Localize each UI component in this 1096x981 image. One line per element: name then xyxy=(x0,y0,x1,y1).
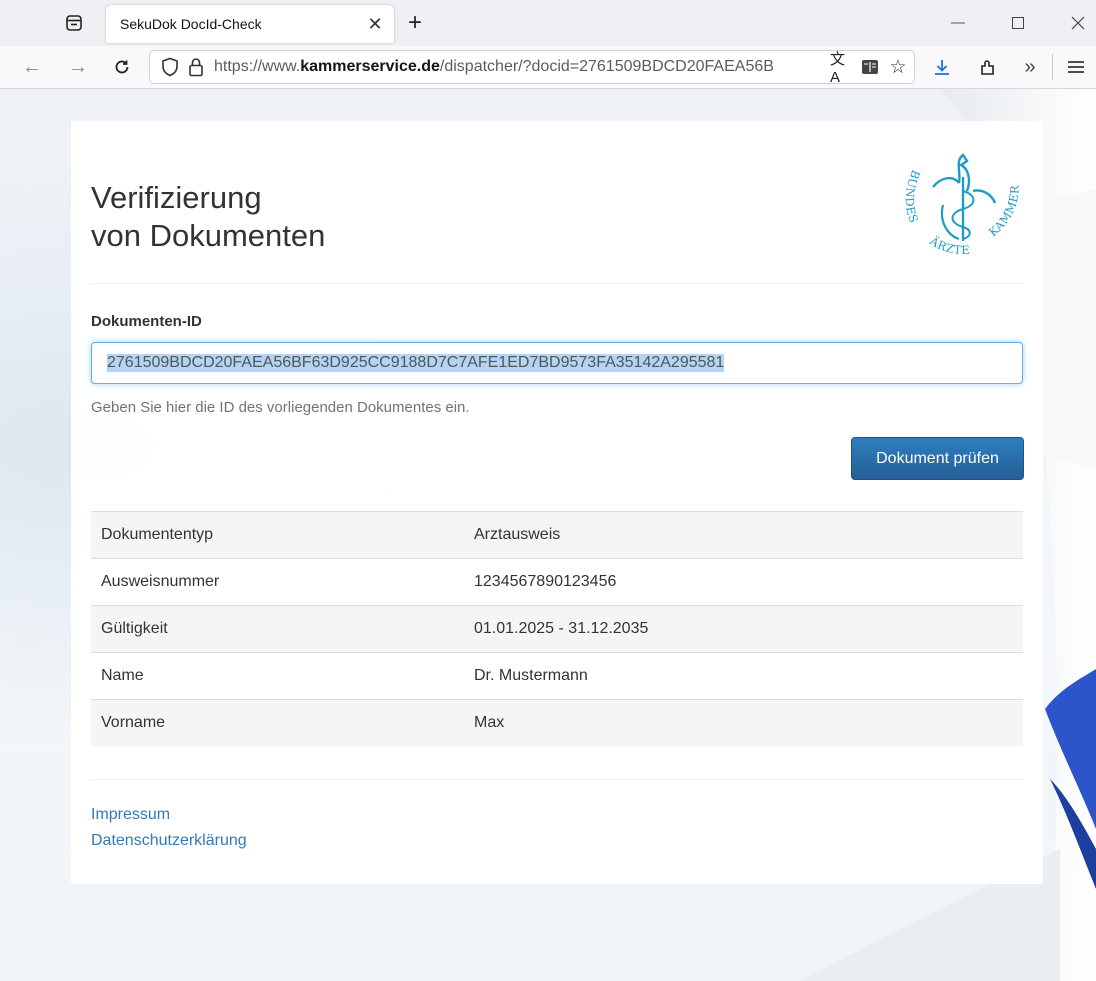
row-label: Vorname xyxy=(101,714,166,731)
browser-tab-bar: SekuDok DocId-Check ✕ + xyxy=(0,0,1096,46)
svg-text:KAMMER: KAMMER xyxy=(986,185,1022,240)
tab-title: SekuDok DocId-Check xyxy=(120,16,262,32)
table-row: Ausweisnummer 1234567890123456 xyxy=(91,559,1023,606)
footer-divider xyxy=(91,779,1023,780)
check-document-button[interactable]: Dokument prüfen xyxy=(851,437,1024,480)
tab-list-icon[interactable] xyxy=(60,9,88,37)
row-value: Max xyxy=(474,714,505,731)
shield-icon[interactable] xyxy=(158,55,182,79)
translate-icon[interactable]: 文A xyxy=(830,51,854,86)
browser-tab-active[interactable]: SekuDok DocId-Check ✕ xyxy=(106,5,394,43)
reload-icon[interactable] xyxy=(108,53,136,81)
document-id-input[interactable]: 2761509BDCD20FAEA56BF63D925CC9188D7C7AFE… xyxy=(91,342,1023,384)
minimize-icon[interactable] xyxy=(938,8,978,38)
verification-card: Verifizierung von Dokumenten BUNDES ÄRZT… xyxy=(71,121,1043,884)
row-value: 01.01.2025 - 31.12.2035 xyxy=(474,620,649,637)
row-label: Ausweisnummer xyxy=(101,573,220,590)
page-title-line1: Verifizierung xyxy=(91,180,262,215)
lock-icon[interactable] xyxy=(184,55,208,79)
table-row: Vorname Max xyxy=(91,700,1023,746)
document-id-value: 2761509BDCD20FAEA56BF63D925CC9188D7C7AFE… xyxy=(107,354,725,372)
result-table: Dokumententyp Arztausweis Ausweisnummer … xyxy=(91,511,1023,746)
maximize-icon[interactable] xyxy=(998,8,1038,38)
reader-view-icon[interactable] xyxy=(858,55,882,79)
row-value: Arztausweis xyxy=(474,526,561,543)
extensions-icon[interactable] xyxy=(974,53,1002,81)
page-title: Verifizierung von Dokumenten xyxy=(91,179,325,255)
url-domain: kammerservice.de xyxy=(300,58,440,75)
row-label: Dokumententyp xyxy=(101,526,214,543)
row-value: Dr. Mustermann xyxy=(474,667,588,684)
download-icon[interactable] xyxy=(928,53,956,81)
toolbar-divider xyxy=(1052,54,1053,80)
table-row: Name Dr. Mustermann xyxy=(91,653,1023,700)
close-icon[interactable]: ✕ xyxy=(364,13,386,35)
row-label: Name xyxy=(101,667,144,684)
chevron-double-right-icon[interactable]: » xyxy=(1016,53,1044,81)
document-id-help-text: Geben Sie hier die ID des vorliegenden D… xyxy=(91,399,470,416)
row-value: 1234567890123456 xyxy=(474,573,617,590)
table-row: Dokumententyp Arztausweis xyxy=(91,512,1023,559)
plus-icon[interactable]: + xyxy=(402,9,428,36)
url-path: /dispatcher/?docid=2761509BDCD20FAEA56B xyxy=(439,58,774,75)
back-arrow-icon[interactable]: ← xyxy=(18,53,46,81)
divider xyxy=(91,283,1023,284)
svg-text:BUNDES: BUNDES xyxy=(903,168,923,225)
page-title-line2: von Dokumenten xyxy=(91,218,326,253)
table-row: Gültigkeit 01.01.2025 - 31.12.2035 xyxy=(91,606,1023,653)
browser-nav-bar: ← → https://www.kammerservice.de/dispatc… xyxy=(0,46,1096,89)
datenschutz-link[interactable]: Datenschutzerklärung xyxy=(91,832,247,850)
impressum-link[interactable]: Impressum xyxy=(91,806,170,824)
document-id-label: Dokumenten-ID xyxy=(91,313,202,330)
window-close-icon[interactable] xyxy=(1058,8,1096,38)
address-bar[interactable]: https://www.kammerservice.de/dispatcher/… xyxy=(150,51,914,86)
row-label: Gültigkeit xyxy=(101,620,168,637)
hamburger-menu-icon[interactable] xyxy=(1062,53,1090,81)
url-text: https://www.kammerservice.de/dispatcher/… xyxy=(214,58,812,76)
url-prefix: https://www. xyxy=(214,58,301,75)
forward-arrow-icon[interactable]: → xyxy=(64,53,92,81)
star-icon[interactable]: ☆ xyxy=(886,55,910,79)
bundesaerztekammer-logo: BUNDES ÄRZTE KAMMER xyxy=(903,153,1022,257)
